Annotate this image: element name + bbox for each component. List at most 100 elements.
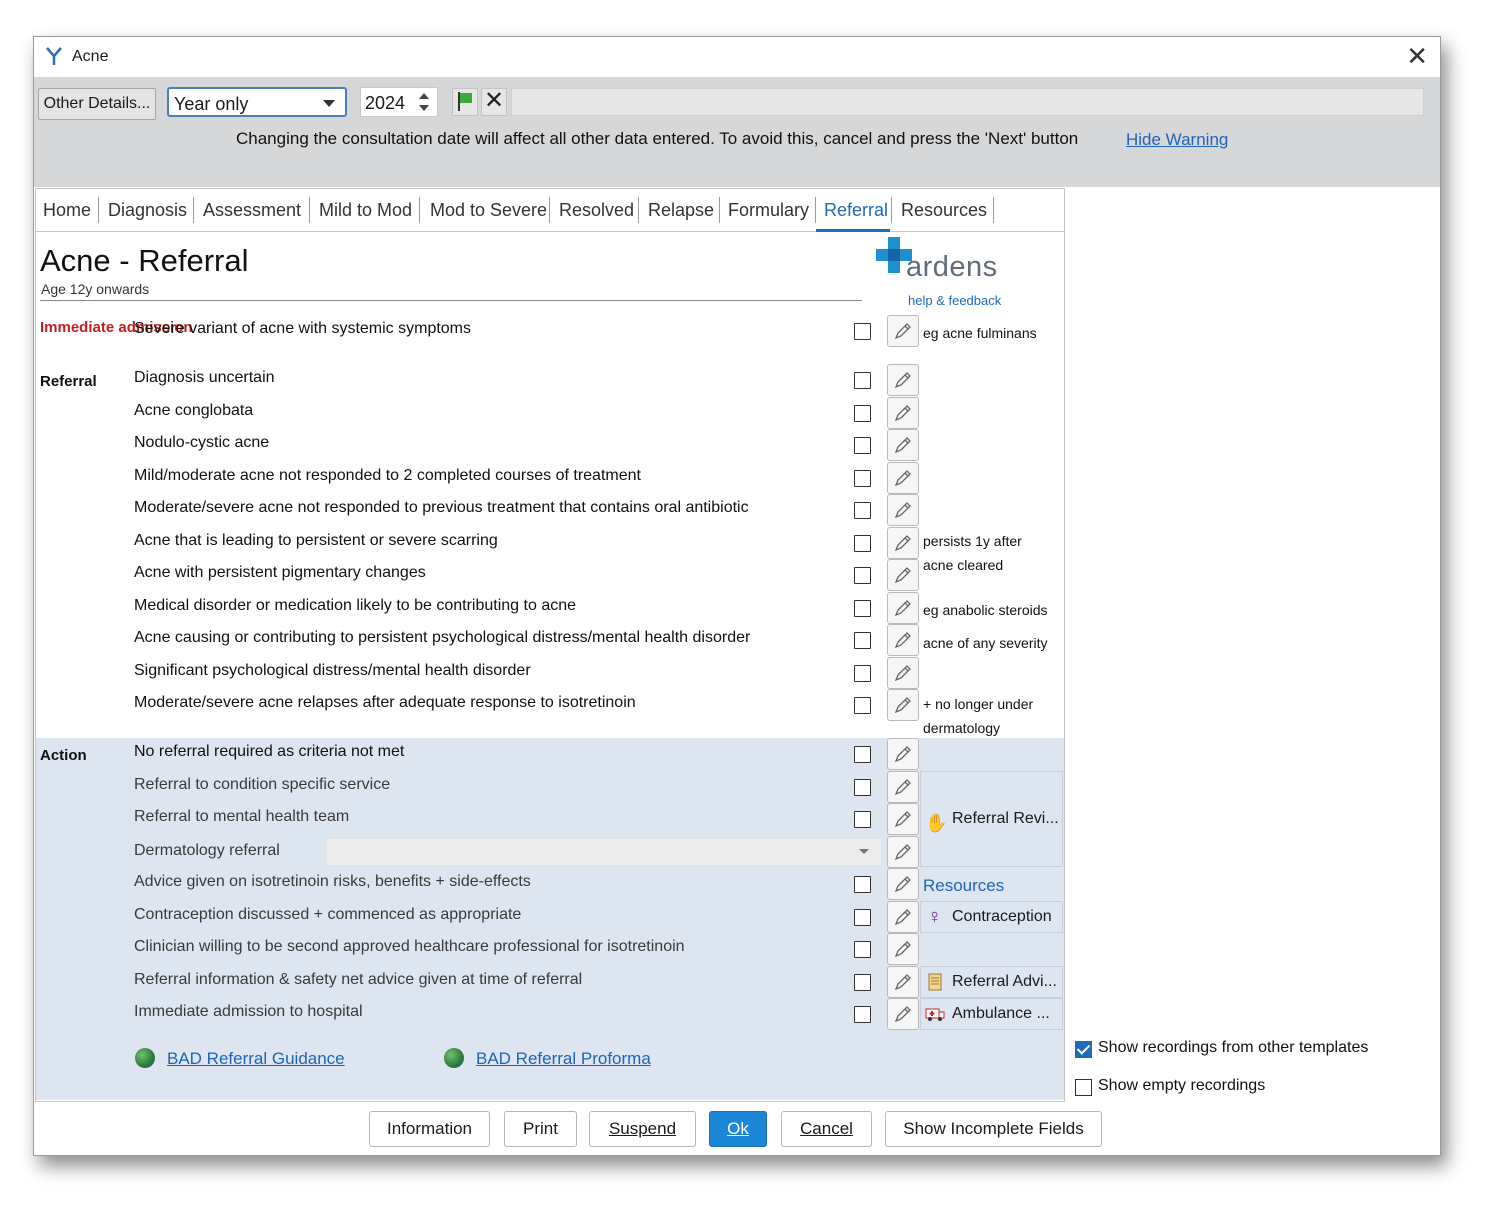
edit-pencil-icon[interactable] <box>887 657 919 689</box>
show-incomplete-fields-button[interactable]: Show Incomplete Fields <box>885 1111 1102 1147</box>
print-button[interactable]: Print <box>504 1111 577 1147</box>
tab-separator <box>638 197 639 223</box>
show-other-templates-label: Show recordings from other templates <box>1098 1039 1369 1056</box>
tab-home[interactable]: Home <box>43 189 91 231</box>
criteria-checkbox[interactable] <box>854 665 871 682</box>
edit-pencil-icon[interactable] <box>887 592 919 624</box>
suspend-button[interactable]: Suspend <box>589 1111 696 1147</box>
other-details-button[interactable]: Other Details... <box>38 88 156 120</box>
dermatology-referral-select[interactable] <box>326 838 882 866</box>
criteria-note: acne cleared <box>923 557 1004 573</box>
show-other-templates-checkbox[interactable] <box>1075 1041 1092 1058</box>
year-value: 2024 <box>365 93 406 113</box>
criteria-checkbox[interactable] <box>854 535 871 552</box>
contraception-button[interactable]: ♀ Contraception <box>920 901 1063 933</box>
tab-separator <box>549 197 550 223</box>
edit-pencil-icon[interactable] <box>887 462 919 494</box>
date-mode-value: Year only <box>174 94 249 114</box>
criteria-label: Diagnosis uncertain <box>134 369 275 386</box>
date-warning-text: Changing the consultation date will affe… <box>236 129 1079 148</box>
edit-pencil-icon[interactable] <box>887 429 919 461</box>
edit-pencil-icon[interactable] <box>887 803 919 835</box>
tab-diagnosis[interactable]: Diagnosis <box>108 189 187 231</box>
ambulance-button[interactable]: Ambulance ... <box>920 998 1063 1030</box>
action-checkbox[interactable] <box>854 974 871 991</box>
tab-resolved[interactable]: Resolved <box>559 189 634 231</box>
close-icon[interactable]: ✕ <box>1406 41 1428 71</box>
criteria-checkbox[interactable] <box>854 405 871 422</box>
year-stepper[interactable]: 2024 <box>360 87 438 117</box>
action-checkbox[interactable] <box>854 779 871 796</box>
criteria-checkbox[interactable] <box>854 323 871 340</box>
criteria-label: Acne conglobata <box>134 402 254 419</box>
criteria-checkbox[interactable] <box>854 567 871 584</box>
flag-button[interactable] <box>452 88 478 116</box>
tab-mod-to-severe[interactable]: Mod to Severe <box>430 189 547 231</box>
bad-referral-proforma-link[interactable]: BAD Referral Proforma <box>476 1049 651 1069</box>
help-feedback-link[interactable]: help & feedback <box>908 293 1001 308</box>
show-empty-checkbox[interactable] <box>1075 1079 1092 1096</box>
spin-up-icon[interactable] <box>419 93 429 99</box>
criteria-label: Mild/moderate acne not responded to 2 co… <box>134 467 641 484</box>
edit-pencil-icon[interactable] <box>887 494 919 526</box>
clear-date-icon[interactable]: ✕ <box>481 88 507 116</box>
criteria-label: Moderate/severe acne not responded to pr… <box>134 499 749 516</box>
information-button[interactable]: Information <box>369 1111 490 1147</box>
edit-pencil-icon[interactable] <box>887 364 919 396</box>
globe-icon <box>444 1048 464 1068</box>
action-checkbox[interactable] <box>854 941 871 958</box>
edit-pencil-icon[interactable] <box>887 868 919 900</box>
tab-resources[interactable]: Resources <box>901 189 987 231</box>
action-label: Contraception discussed + commenced as a… <box>134 906 522 923</box>
ardens-logo[interactable]: ardens help & feedback <box>874 235 1019 310</box>
tab-assessment[interactable]: Assessment <box>203 189 301 231</box>
edit-pencil-icon[interactable] <box>887 966 919 998</box>
edit-pencil-icon[interactable] <box>887 559 919 591</box>
ambulance-icon <box>925 1008 945 1021</box>
dialog-window: Acne ✕ Other Details... Year only 2024 ✕… <box>33 36 1441 1156</box>
referral-review-button[interactable]: ✋ Referral Revi... <box>920 771 1063 867</box>
criteria-checkbox[interactable] <box>854 470 871 487</box>
action-checkbox[interactable] <box>854 909 871 926</box>
date-toolbar: Other Details... Year only 2024 ✕ Changi… <box>34 77 1440 187</box>
tab-mild-to-mod[interactable]: Mild to Mod <box>319 189 412 231</box>
criteria-checkbox[interactable] <box>854 372 871 389</box>
window-title: Acne <box>72 48 109 65</box>
action-checkbox[interactable] <box>854 1006 871 1023</box>
ok-button[interactable]: Ok <box>709 1111 767 1147</box>
tab-bar: Home Diagnosis Assessment Mild to Mod Mo… <box>36 189 1064 232</box>
edit-pencil-icon[interactable] <box>887 527 919 559</box>
bad-referral-guidance-link[interactable]: BAD Referral Guidance <box>167 1049 345 1069</box>
edit-pencil-icon[interactable] <box>887 624 919 656</box>
criteria-checkbox[interactable] <box>854 600 871 617</box>
referral-advice-button[interactable]: Referral Advi... <box>920 966 1063 998</box>
date-mode-select[interactable]: Year only <box>167 87 347 117</box>
tab-relapse[interactable]: Relapse <box>648 189 714 231</box>
resources-link[interactable]: Resources <box>923 876 1004 896</box>
cancel-button[interactable]: Cancel <box>781 1111 872 1147</box>
action-checkbox[interactable] <box>854 876 871 893</box>
flag-icon <box>458 92 472 111</box>
edit-pencil-icon[interactable] <box>887 933 919 965</box>
tab-formulary[interactable]: Formulary <box>728 189 809 231</box>
edit-pencil-icon[interactable] <box>887 771 919 803</box>
edit-pencil-icon[interactable] <box>887 998 919 1030</box>
criteria-checkbox[interactable] <box>854 632 871 649</box>
action-label: No referral required as criteria not met <box>134 743 405 760</box>
action-checkbox[interactable] <box>854 746 871 763</box>
tab-separator <box>419 197 420 223</box>
criteria-checkbox[interactable] <box>854 502 871 519</box>
edit-pencil-icon[interactable] <box>887 397 919 429</box>
criteria-checkbox[interactable] <box>854 697 871 714</box>
contraception-label: Contraception <box>952 908 1052 925</box>
edit-pencil-icon[interactable] <box>887 901 919 933</box>
criteria-checkbox[interactable] <box>854 437 871 454</box>
edit-pencil-icon[interactable] <box>887 836 919 868</box>
spin-down-icon[interactable] <box>419 105 429 111</box>
edit-pencil-icon[interactable] <box>887 315 919 347</box>
tab-referral[interactable]: Referral <box>824 189 888 231</box>
edit-pencil-icon[interactable] <box>887 689 919 721</box>
hide-warning-link[interactable]: Hide Warning <box>1126 130 1228 150</box>
edit-pencil-icon[interactable] <box>887 738 919 770</box>
action-checkbox[interactable] <box>854 811 871 828</box>
